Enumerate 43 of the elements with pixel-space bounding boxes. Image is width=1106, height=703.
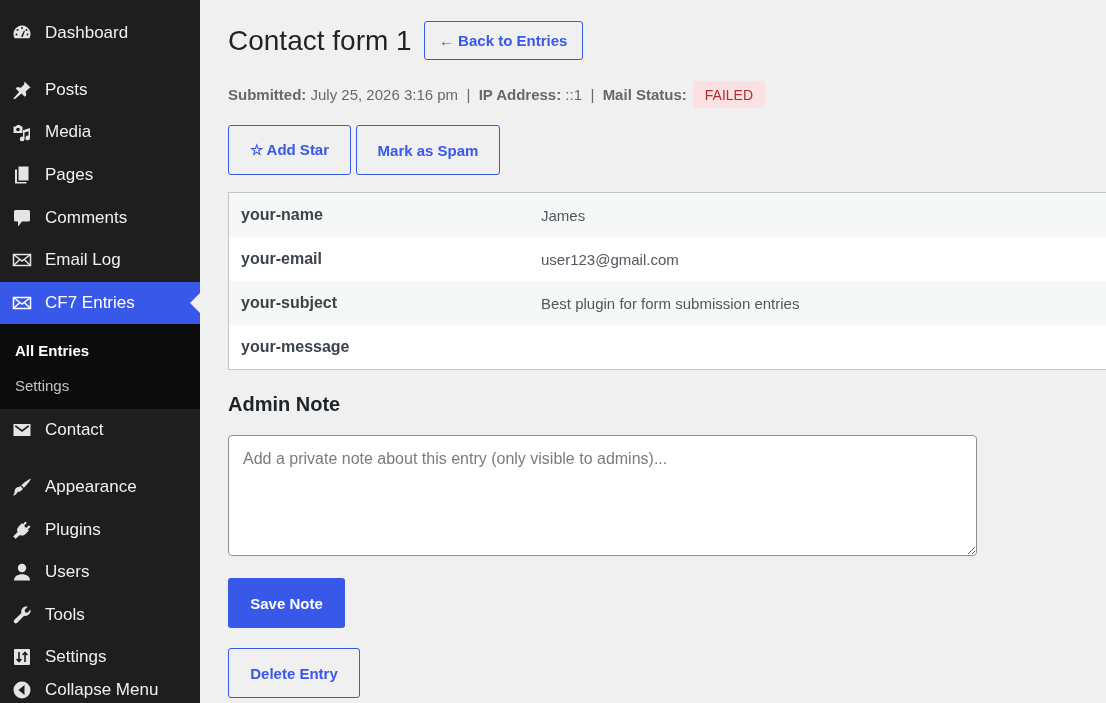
sidebar-item[interactable]: Media <box>0 111 200 154</box>
mail-status-badge: FAILED <box>692 81 766 108</box>
sidebar-item[interactable]: Posts <box>0 68 200 112</box>
save-note-button[interactable]: Save Note <box>228 578 345 628</box>
action-button[interactable]: ☆ Add Star <box>228 125 351 175</box>
sidebar-item[interactable]: Pages <box>0 153 200 197</box>
action-button[interactable]: Mark as Spam <box>356 125 500 175</box>
paintbrush-icon <box>12 477 32 498</box>
page-title: Contact form 1 <box>228 24 412 57</box>
field-label: your-name <box>228 192 541 237</box>
sidebar-item[interactable]: Appearance <box>0 465 200 509</box>
sidebar-item[interactable]: Comments <box>0 196 200 239</box>
sidebar-item[interactable]: Email Log <box>0 238 200 282</box>
submission-meta: Submitted: July 25, 2026 3:16 pm | IP Address: ::1 | Mail Status: <box>228 86 687 103</box>
section-heading: Admin Note <box>228 392 341 416</box>
field-value: Best plugin for form submission entries <box>541 281 1106 325</box>
sidebar-item[interactable]: Users <box>0 550 200 594</box>
sidebar-item[interactable]: CF7 Entries <box>0 281 200 325</box>
pointer-triangle-icon <box>190 292 200 313</box>
sidebar-item[interactable]: Dashboard <box>0 12 200 55</box>
sidebar-item[interactable]: Contact <box>0 409 200 452</box>
sliders-icon <box>12 647 32 668</box>
back-button[interactable]: ← Back to Entries <box>423 21 583 60</box>
field-value: user123@gmail.com <box>541 237 1106 281</box>
field-value: James <box>541 192 1106 237</box>
camera-music-icon <box>12 122 32 143</box>
user-icon <box>12 562 32 583</box>
wrench-icon <box>12 604 32 625</box>
sidebar-item[interactable]: Plugins <box>0 508 200 551</box>
collapse-menu-button[interactable]: Collapse Menu <box>0 678 200 701</box>
submenu-item[interactable]: Settings <box>0 368 200 404</box>
delete-entry-button[interactable]: Delete Entry <box>228 648 360 698</box>
note-field[interactable]: Add a private note about this entry (only visible to admins)... <box>228 435 977 556</box>
submenu-item[interactable]: All Entries <box>0 333 200 369</box>
speech-bubble-icon <box>12 207 32 228</box>
pushpin-icon <box>12 79 32 100</box>
field-label: your-subject <box>228 281 541 325</box>
field-label: your-email <box>228 237 541 281</box>
field-label: your-message <box>228 325 541 370</box>
plug-icon <box>12 519 32 540</box>
documents-icon <box>12 165 32 186</box>
sidebar-item[interactable]: Tools <box>0 593 200 637</box>
sidebar-item[interactable]: Settings <box>0 636 200 679</box>
